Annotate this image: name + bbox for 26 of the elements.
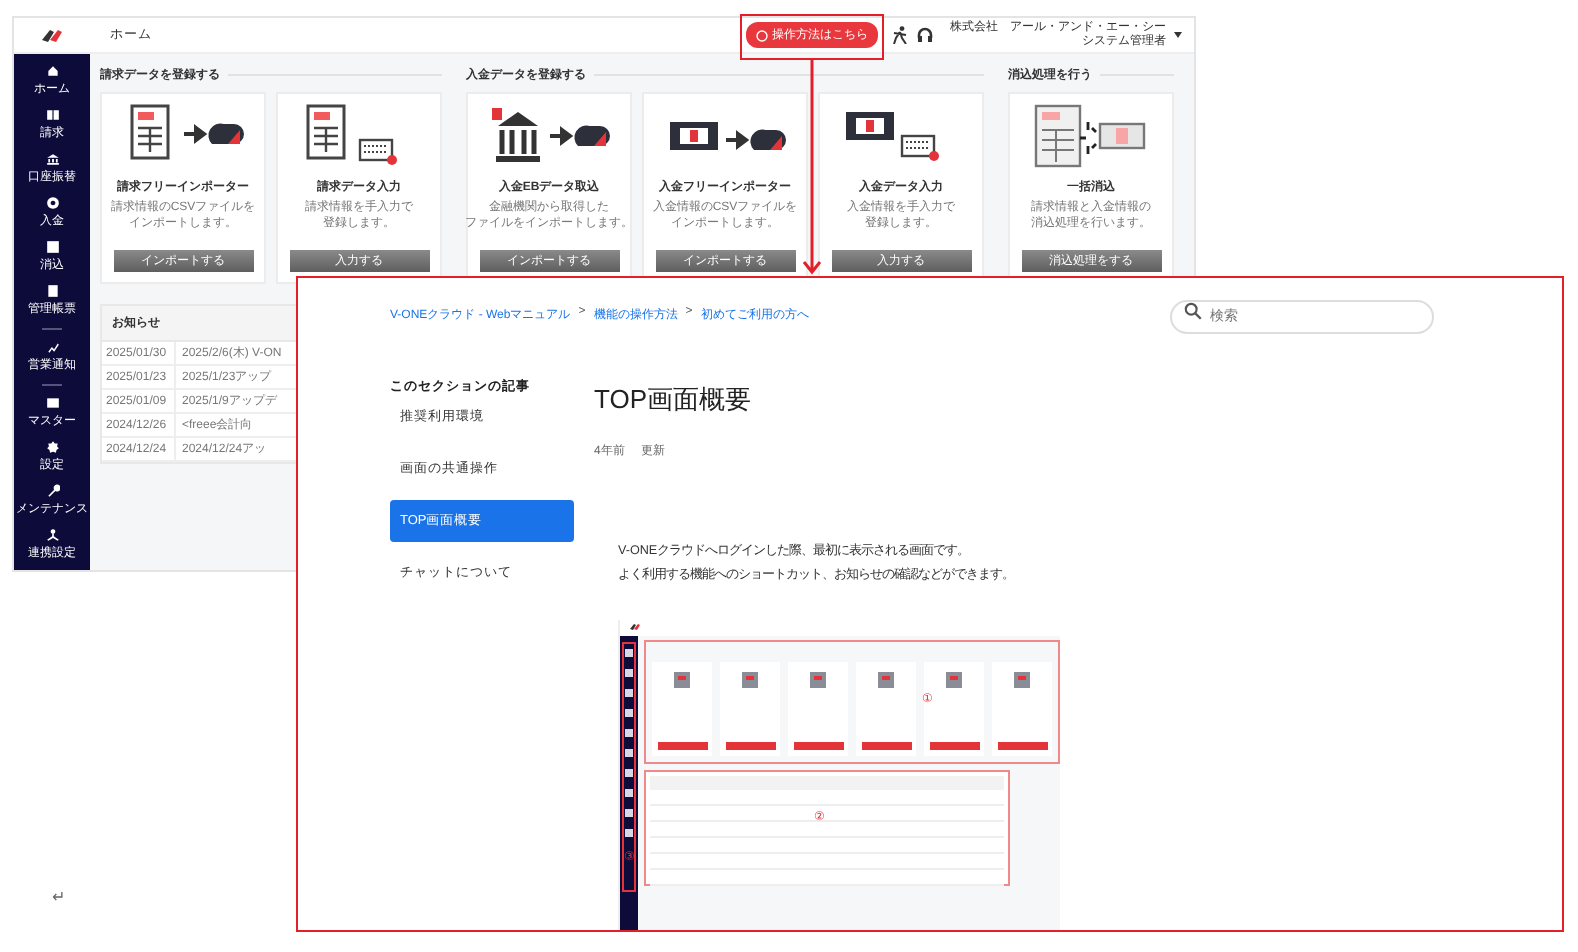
article-title: TOP画面概要 — [594, 382, 753, 418]
wrench-icon — [45, 484, 59, 498]
logo-icon — [630, 624, 640, 631]
banknote-upload-drawing — [665, 119, 785, 151]
highlight-frame — [740, 14, 884, 60]
headset-icon[interactable] — [916, 26, 934, 44]
mini-card-drawing — [668, 669, 696, 690]
paragraph-mark: ↵ — [52, 888, 66, 906]
mini-card-drawing — [736, 669, 764, 690]
bank-upload-drawing — [489, 105, 609, 165]
house-icon — [45, 64, 59, 78]
invoice-matching-drawing — [1031, 103, 1151, 167]
bank-icon — [45, 152, 59, 166]
mini-card-drawing — [1008, 669, 1036, 690]
logo-icon — [42, 29, 62, 41]
book-icon — [45, 108, 59, 122]
person-icon[interactable] — [892, 26, 908, 44]
gear-icon — [45, 440, 59, 454]
network-icon — [45, 528, 59, 542]
chart-icon — [45, 340, 59, 354]
caret-icon[interactable] — [1174, 32, 1182, 38]
mini-card-drawing — [804, 669, 832, 690]
coin-icon — [45, 196, 59, 210]
mini-card-drawing — [872, 669, 900, 690]
search-icon — [1184, 302, 1202, 320]
mini-card-drawing — [940, 669, 968, 690]
